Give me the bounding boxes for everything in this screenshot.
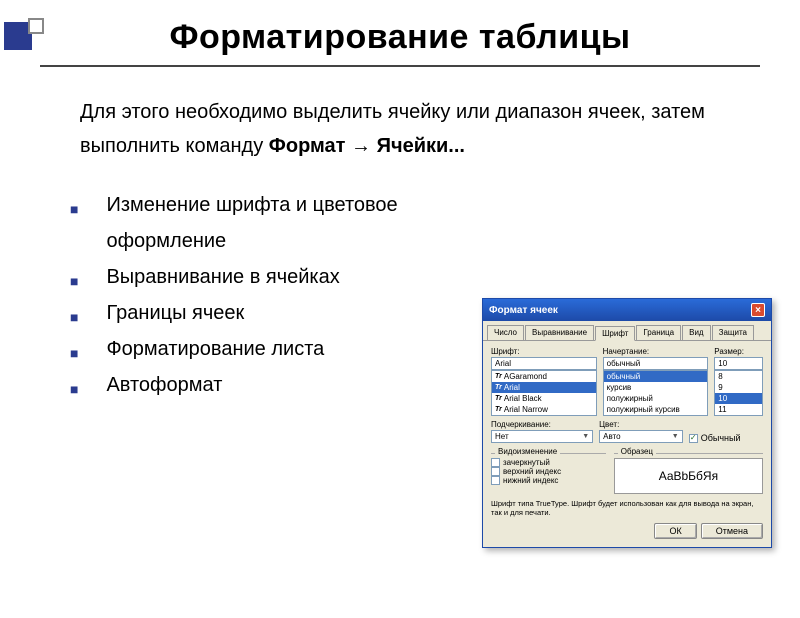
- list-item[interactable]: TrAGaramond: [492, 371, 596, 382]
- checkbox-icon: ✓: [689, 434, 698, 443]
- bullet-list: Изменение шрифта и цветовое оформление В…: [70, 187, 490, 403]
- size-label: Размер:: [714, 347, 763, 356]
- list-item[interactable]: TrArial: [492, 382, 596, 393]
- sample-preview: АаВbБбЯя: [614, 458, 763, 494]
- font-label: Шрифт:: [491, 347, 597, 356]
- tab-alignment[interactable]: Выравнивание: [525, 325, 594, 340]
- size-list[interactable]: 8 9 10 11: [714, 370, 763, 416]
- checkbox-icon: [491, 467, 500, 476]
- cancel-button[interactable]: Отмена: [701, 523, 763, 539]
- list-item[interactable]: 10: [715, 393, 762, 404]
- list-item[interactable]: полужирный курсив: [604, 404, 708, 415]
- page-title: Форматирование таблицы: [0, 18, 800, 57]
- font-list[interactable]: TrAGaramond TrArial TrArial Black TrAria…: [491, 370, 597, 416]
- truetype-icon: Tr: [495, 384, 502, 391]
- style-input[interactable]: обычный: [603, 357, 709, 370]
- checkbox-icon: [491, 458, 500, 467]
- list-item[interactable]: обычный: [604, 371, 708, 382]
- effects-group: Видоизменение зачеркнутый верхний индекс…: [491, 453, 606, 485]
- slide-corner-decor: [4, 22, 44, 50]
- decor-square-outline: [28, 18, 44, 34]
- ok-button[interactable]: ОК: [654, 523, 696, 539]
- effect-superscript[interactable]: верхний индекс: [491, 467, 606, 476]
- effect-subscript[interactable]: нижний индекс: [491, 476, 606, 485]
- font-input[interactable]: Arial: [491, 357, 597, 370]
- effect-strikethrough[interactable]: зачеркнутый: [491, 458, 606, 467]
- checkbox-icon: [491, 476, 500, 485]
- style-label: Начертание:: [603, 347, 709, 356]
- sample-label: Образец: [618, 447, 656, 456]
- underline-label: Подчеркивание:: [491, 420, 593, 429]
- list-item[interactable]: полужирный: [604, 393, 708, 404]
- dialog-titlebar[interactable]: Формат ячеек ×: [483, 299, 771, 321]
- list-item[interactable]: 9: [715, 382, 762, 393]
- color-select[interactable]: Авто▼: [599, 430, 683, 443]
- chevron-down-icon: ▼: [672, 433, 679, 440]
- list-item[interactable]: 11: [715, 404, 762, 415]
- truetype-icon: Tr: [495, 373, 502, 380]
- truetype-icon: Tr: [495, 395, 502, 402]
- dialog-note: Шрифт типа TrueType. Шрифт будет использ…: [491, 499, 763, 517]
- tab-view[interactable]: Вид: [682, 325, 710, 340]
- list-item[interactable]: TrArial Black: [492, 393, 596, 404]
- tab-border[interactable]: Граница: [636, 325, 681, 340]
- dialog-title-text: Формат ячеек: [489, 305, 558, 316]
- list-item[interactable]: 8: [715, 371, 762, 382]
- dialog-body: Шрифт: Arial TrAGaramond TrArial TrArial…: [483, 341, 771, 547]
- format-cells-dialog: Формат ячеек × Число Выравнивание Шрифт …: [482, 298, 772, 548]
- chevron-down-icon: ▼: [582, 433, 589, 440]
- dialog-tabs: Число Выравнивание Шрифт Граница Вид Защ…: [483, 321, 771, 341]
- underline-select[interactable]: Нет▼: [491, 430, 593, 443]
- title-underline: [40, 65, 760, 67]
- intro-bold: Формат → Ячейки...: [269, 135, 465, 157]
- color-label: Цвет:: [599, 420, 683, 429]
- list-item: Границы ячеек: [70, 295, 490, 331]
- truetype-icon: Tr: [495, 406, 502, 413]
- list-item: Автоформат: [70, 367, 490, 403]
- list-item: Выравнивание в ячейках: [70, 259, 490, 295]
- normal-checkbox[interactable]: ✓ Обычный: [689, 433, 741, 443]
- close-icon[interactable]: ×: [751, 303, 765, 317]
- intro-text: Для этого необходимо выделить ячейку или…: [80, 95, 740, 163]
- tab-protection[interactable]: Защита: [712, 325, 754, 340]
- list-item[interactable]: курсив: [604, 382, 708, 393]
- list-item[interactable]: TrArial Narrow: [492, 404, 596, 415]
- list-item: Изменение шрифта и цветовое оформление: [70, 187, 490, 259]
- size-input[interactable]: 10: [714, 357, 763, 370]
- list-item: Форматирование листа: [70, 331, 490, 367]
- tab-number[interactable]: Число: [487, 325, 524, 340]
- style-list[interactable]: обычный курсив полужирный полужирный кур…: [603, 370, 709, 416]
- effects-label: Видоизменение: [495, 447, 560, 456]
- tab-font[interactable]: Шрифт: [595, 326, 635, 341]
- sample-group: Образец АаВbБбЯя: [614, 453, 763, 494]
